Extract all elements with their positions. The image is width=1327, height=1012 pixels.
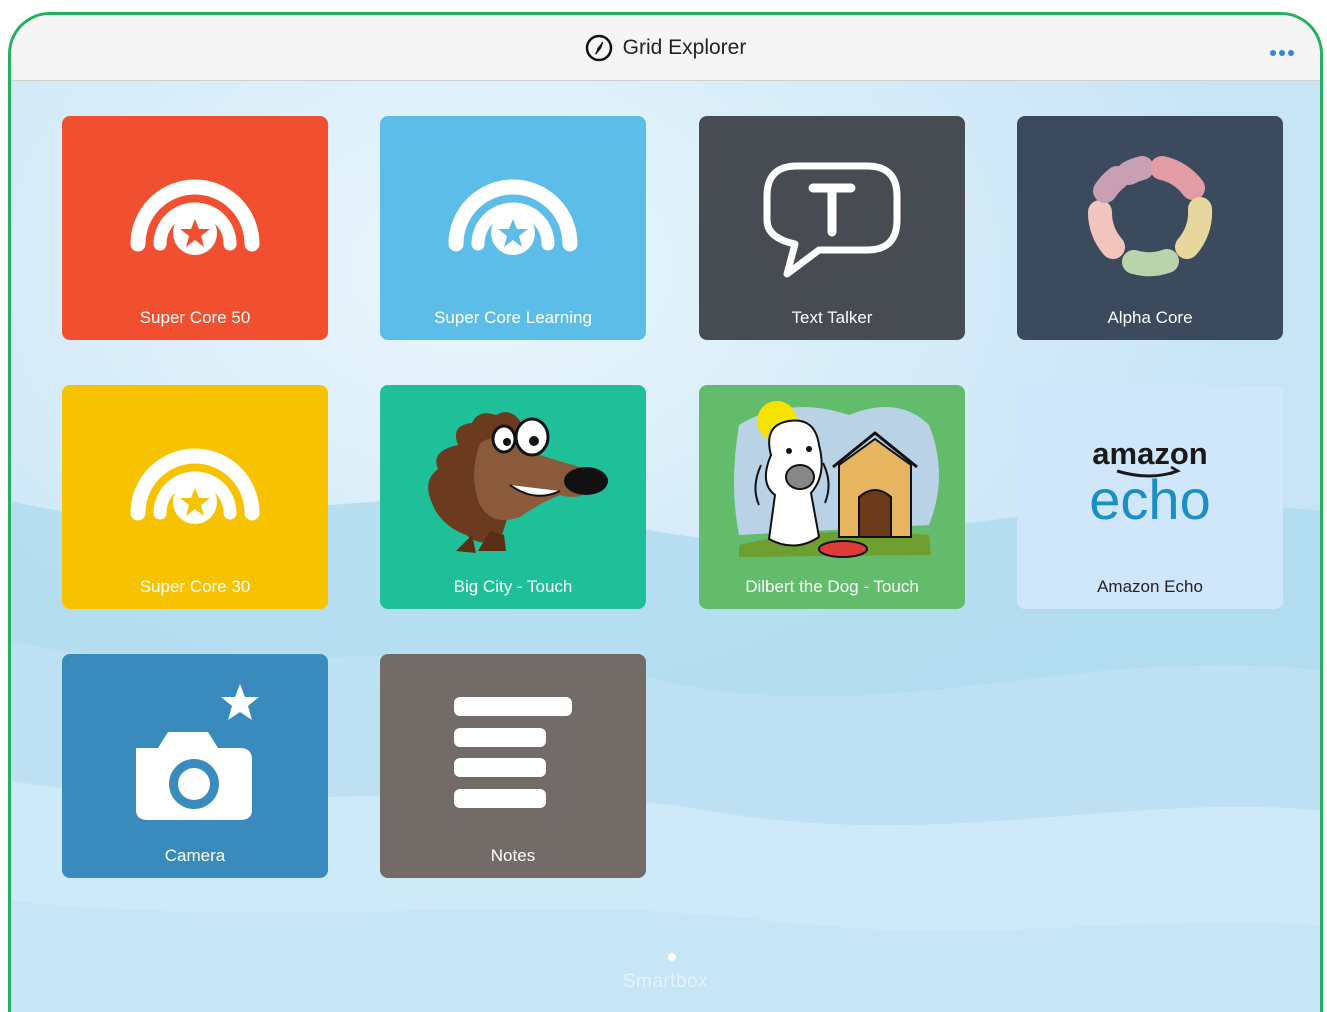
tile-label: Notes bbox=[490, 846, 536, 865]
tile-label: Super Core Learning bbox=[434, 308, 592, 327]
tile-label: Super Core 50 bbox=[139, 308, 251, 327]
grid-tile-notes[interactable]: Notes bbox=[380, 654, 646, 878]
hedgehog-icon bbox=[428, 412, 608, 553]
tile-label: Alpha Core bbox=[1107, 308, 1193, 327]
dog-icon bbox=[734, 401, 939, 558]
amazon-echo-logo: amazon echo bbox=[1089, 436, 1210, 531]
grid-tile-super-core-50[interactable]: Super Core 50 bbox=[62, 116, 328, 340]
svg-text:amazon: amazon bbox=[1092, 436, 1207, 471]
ring-icon bbox=[1088, 156, 1213, 277]
more-button[interactable] bbox=[1270, 43, 1300, 56]
more-icon bbox=[1270, 50, 1276, 56]
svg-text:echo: echo bbox=[1089, 468, 1210, 531]
tile-label: Amazon Echo bbox=[1097, 577, 1203, 596]
super-core-icon bbox=[130, 448, 260, 524]
app-window: Grid Explorer Super Core 50 Super Core L… bbox=[8, 12, 1323, 1012]
grid-tile-amazon-echo[interactable]: amazon echo Amazon Echo bbox=[1017, 385, 1283, 609]
title-group: Grid Explorer bbox=[11, 34, 1320, 62]
tile-label: Super Core 30 bbox=[139, 577, 251, 596]
tile-label: Text Talker bbox=[791, 308, 873, 327]
grid-tile-super-core-30[interactable]: Super Core 30 bbox=[62, 385, 328, 609]
grid-tile-big-city-touch[interactable]: Big City - Touch bbox=[380, 385, 646, 609]
app-title: Grid Explorer bbox=[622, 36, 747, 59]
tile-label: Dilbert the Dog - Touch bbox=[745, 577, 919, 596]
grid-tile-super-core-learning[interactable]: Super Core Learning bbox=[380, 116, 646, 340]
grid-tile-text-talker[interactable]: Text Talker bbox=[699, 116, 965, 340]
super-core-icon bbox=[130, 179, 260, 255]
compass-icon bbox=[585, 34, 612, 62]
tile-label: Camera bbox=[164, 846, 226, 865]
grid-tile-alpha-core[interactable]: Alpha Core bbox=[1017, 116, 1283, 340]
speech-bubble-icon bbox=[763, 162, 901, 278]
notes-icon bbox=[454, 697, 572, 808]
grid-tile-dilbert-the-dog-touch[interactable]: Dilbert the Dog - Touch bbox=[699, 385, 965, 609]
tile-label: Big City - Touch bbox=[453, 577, 573, 596]
title-bar: Grid Explorer bbox=[11, 15, 1320, 81]
camera-icon bbox=[136, 684, 259, 820]
page-indicator-dot[interactable] bbox=[668, 953, 676, 961]
brand-watermark: Smartbox bbox=[622, 971, 709, 992]
grid-tile-camera[interactable]: Camera bbox=[62, 654, 328, 878]
super-core-icon bbox=[448, 179, 578, 255]
